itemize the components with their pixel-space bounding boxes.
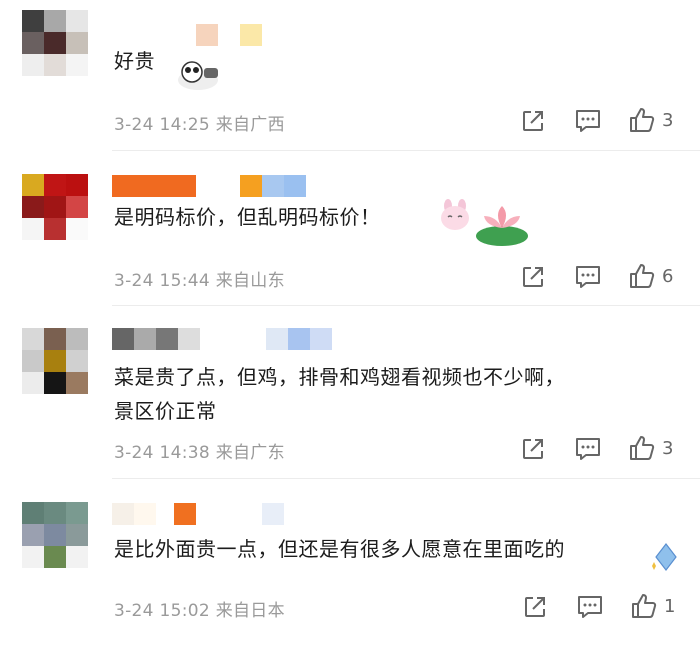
comment-location: 来自广东 — [215, 443, 285, 463]
comment-button[interactable] — [574, 436, 602, 462]
divider — [112, 305, 700, 306]
divider — [112, 478, 700, 479]
comment-icon — [574, 436, 602, 462]
username[interactable] — [112, 328, 332, 350]
comment-button[interactable] — [574, 264, 602, 290]
share-button[interactable] — [520, 264, 546, 290]
comment-meta: 3-24 15:44 来自山东 — [114, 266, 285, 291]
avatar[interactable] — [22, 174, 88, 240]
like-button[interactable]: 6 — [628, 262, 673, 290]
like-count: 3 — [662, 109, 674, 131]
username[interactable] — [112, 503, 284, 525]
like-count: 1 — [664, 595, 676, 617]
share-icon — [520, 436, 546, 462]
comment-location: 来自山东 — [215, 271, 285, 291]
comment-icon — [574, 264, 602, 290]
comment-location: 来自广西 — [215, 115, 285, 135]
comment-text: 好贵 — [114, 49, 155, 73]
comment-icon — [574, 108, 602, 134]
divider — [112, 150, 700, 151]
username[interactable] — [196, 24, 262, 46]
comment-date: 3-24 15:44 — [114, 271, 210, 291]
sticker-emoji — [438, 198, 472, 236]
thumbs-up-icon — [630, 592, 658, 620]
like-button[interactable]: 3 — [628, 434, 673, 462]
comment-meta: 3-24 14:25 来自广西 — [114, 110, 285, 135]
like-count: 6 — [662, 265, 674, 287]
share-button[interactable] — [520, 436, 546, 462]
like-button[interactable]: 1 — [630, 592, 675, 620]
comment-date: 3-24 14:38 — [114, 443, 210, 463]
comment-text-line2: 景区价正常 — [114, 399, 217, 423]
comment-date: 3-24 15:02 — [114, 601, 210, 621]
thumbs-up-icon — [628, 262, 656, 290]
comment-location: 来自日本 — [215, 601, 285, 621]
thumbs-up-icon — [628, 106, 656, 134]
avatar[interactable] — [22, 502, 88, 568]
share-icon — [522, 594, 548, 620]
share-button[interactable] — [522, 594, 548, 620]
comment-text: 菜是贵了点，但鸡，排骨和鸡翅看视频也不少啊， — [114, 365, 565, 389]
lotus-icon — [474, 200, 536, 252]
thumbs-up-icon — [628, 434, 656, 462]
sticker-emoji — [176, 58, 224, 96]
comment-button[interactable] — [574, 108, 602, 134]
username[interactable] — [112, 175, 306, 197]
comment-date: 3-24 14:25 — [114, 115, 210, 135]
avatar[interactable] — [22, 328, 88, 394]
comment-text: 是明码标价，但乱明码标价！ — [114, 205, 381, 229]
share-button[interactable] — [520, 108, 546, 134]
comment-text: 是比外面贵一点，但还是有很多人愿意在里面吃的 — [114, 537, 565, 561]
comment-meta: 3-24 14:38 来自广东 — [114, 438, 285, 463]
diamond-sparkle-icon — [648, 540, 684, 578]
comment-meta: 3-24 15:02 来自日本 — [114, 596, 285, 621]
avatar[interactable] — [22, 10, 88, 76]
share-icon — [520, 108, 546, 134]
comment-icon — [576, 594, 604, 620]
like-button[interactable]: 3 — [628, 106, 673, 134]
like-count: 3 — [662, 437, 674, 459]
share-icon — [520, 264, 546, 290]
comment-button[interactable] — [576, 594, 604, 620]
